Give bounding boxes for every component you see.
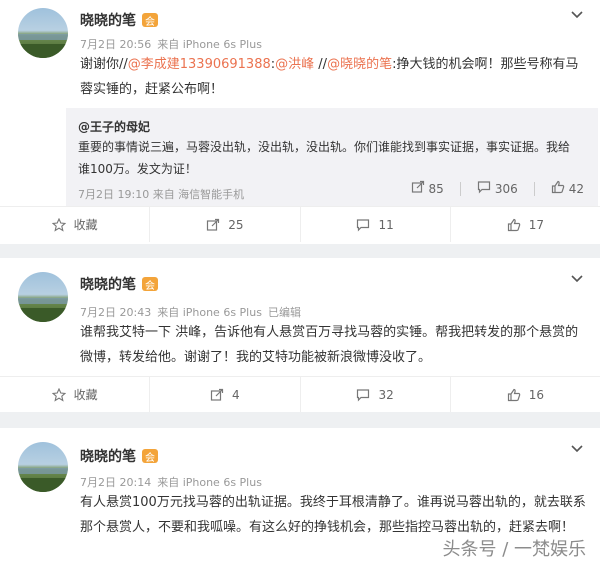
like-count: 16 [528, 387, 545, 402]
divider [459, 181, 461, 196]
post-meta: 7月2日 20:56 来自 iPhone 6s Plus [80, 36, 262, 52]
collect-label: 收藏 [73, 218, 98, 232]
post-date[interactable]: 7月2日 20:14 [80, 476, 151, 489]
mention-link[interactable]: @李成建13390691388 [128, 57, 271, 72]
chevron-down-icon[interactable] [570, 270, 584, 284]
repost-icon [411, 180, 425, 197]
quoted-stats: 85 306 42 [411, 180, 584, 197]
avatar[interactable] [18, 8, 68, 58]
quoted-text: 重要的事情说三遍，马蓉没出轨，没出轨，没出轨。你们谁能找到事实证据，事实证据。我… [78, 140, 571, 176]
post-source: 来自 iPhone 6s Plus [157, 306, 262, 319]
member-badge-icon: 会 [142, 13, 158, 28]
weibo-post-2: 晓晓的笔 会 7月2日 20:43 来自 iPhone 6s Plus 已编辑 谁帮… [0, 258, 600, 412]
comment-icon [477, 180, 491, 197]
avatar[interactable] [18, 272, 68, 322]
member-badge-icon: 会 [142, 277, 158, 292]
thumbs-up-icon [507, 218, 521, 232]
divider [533, 181, 535, 196]
comment-count: 306 [494, 181, 518, 196]
action-bar: 收藏 4 32 16 [0, 376, 600, 412]
post-meta: 7月2日 20:14 来自 iPhone 6s Plus [80, 474, 262, 490]
quoted-meta: 7月2日 19:10 来自 海信智能手机 [78, 188, 245, 201]
star-icon [51, 217, 66, 232]
chevron-down-icon[interactable] [570, 6, 584, 20]
repost-button[interactable]: 4 [150, 377, 301, 412]
author-name[interactable]: 晓晓的笔 [80, 10, 136, 30]
avatar[interactable] [18, 442, 68, 492]
collect-button[interactable]: 收藏 [0, 377, 151, 412]
star-icon [51, 387, 66, 402]
like-button[interactable]: 17 [451, 207, 600, 242]
comment-count: 11 [378, 217, 394, 232]
post-date[interactable]: 7月2日 20:56 [80, 38, 151, 51]
member-badge-icon: 会 [142, 449, 158, 464]
repost-icon [206, 218, 220, 232]
watermark: 头条号 / 一梵娱乐 [442, 539, 586, 560]
quoted-comment[interactable]: 306 [477, 180, 518, 197]
edited-label[interactable]: 已编辑 [268, 306, 301, 319]
comment-count: 32 [378, 387, 394, 402]
author-name[interactable]: 晓晓的笔 [80, 274, 136, 294]
text-part: // [314, 57, 328, 72]
chevron-down-icon[interactable] [570, 440, 584, 454]
like-count: 42 [568, 181, 584, 196]
post-text: 谁帮我艾特一下 洪峰，告诉他有人悬赏百万寻找马蓉的实锤。帮我把转发的那个悬赏的微… [80, 325, 579, 365]
mention-link[interactable]: @洪峰 [275, 57, 314, 72]
repost-icon [210, 388, 224, 402]
comment-icon [356, 218, 370, 232]
post-text: 有人悬赏100万元找马蓉的出轨证据。我终于耳根清静了。谁再说马蓉出轨的，就去联系… [80, 495, 586, 535]
repost-button[interactable]: 25 [150, 207, 301, 242]
weibo-post-1: 晓晓的笔 会 7月2日 20:56 来自 iPhone 6s Plus 谢谢你//… [0, 0, 600, 244]
comment-button[interactable]: 11 [301, 207, 451, 242]
post-meta: 7月2日 20:43 来自 iPhone 6s Plus 已编辑 [80, 304, 301, 320]
comment-button[interactable]: 32 [301, 377, 451, 412]
quoted-author[interactable]: @王子的母妃 [78, 118, 150, 135]
thumbs-up-icon [507, 388, 521, 402]
author-name[interactable]: 晓晓的笔 [80, 446, 136, 466]
quoted-repost[interactable]: 85 [411, 180, 444, 197]
post-text: 谢谢你//@李成建13390691388:@洪峰 //@晓晓的笔:挣大钱的机会啊… [80, 52, 590, 102]
repost-count: 25 [228, 217, 244, 232]
quoted-post[interactable]: @王子的母妃 重要的事情说三遍，马蓉没出轨，没出轨，没出轨。你们谁能找到事实证据… [66, 108, 598, 206]
quoted-like[interactable]: 42 [551, 180, 584, 197]
repost-count: 4 [232, 387, 240, 402]
collect-button[interactable]: 收藏 [0, 207, 151, 242]
like-button[interactable]: 16 [451, 377, 600, 412]
like-count: 17 [528, 217, 545, 232]
comment-icon [356, 388, 370, 402]
thumbs-up-icon [551, 180, 565, 197]
mention-link[interactable]: @晓晓的笔 [327, 57, 392, 72]
action-bar: 收藏 25 11 17 [0, 206, 600, 242]
post-source: 来自 iPhone 6s Plus [157, 476, 262, 489]
text-part: 谢谢你// [80, 57, 128, 72]
post-date[interactable]: 7月2日 20:43 [80, 306, 151, 319]
repost-count: 85 [428, 181, 444, 196]
collect-label: 收藏 [73, 388, 98, 402]
post-source: 来自 iPhone 6s Plus [157, 38, 262, 51]
